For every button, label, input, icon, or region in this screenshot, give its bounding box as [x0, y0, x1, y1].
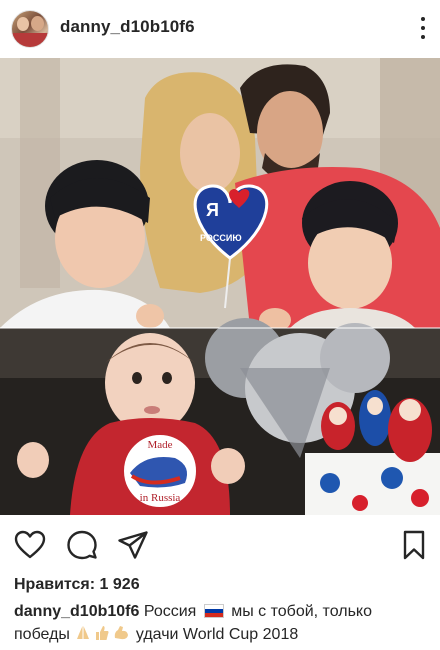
post-header: danny_d10b10f6 [0, 0, 440, 56]
likes-label: Нравится: [14, 576, 96, 593]
avatar[interactable] [11, 10, 49, 48]
likes-count[interactable]: Нравится: 1 926 [14, 576, 140, 594]
caption-text-1: Россия [143, 603, 197, 620]
thumbs-up-icon [96, 626, 109, 640]
comment-bubble-icon[interactable] [66, 529, 98, 561]
heart-outline-icon[interactable] [14, 529, 46, 561]
balloon-word: РОССИЮ [200, 233, 242, 243]
post-photo[interactable]: Я РОССИЮ Made in Russia [0, 58, 440, 515]
likes-number: 1 926 [99, 576, 140, 593]
sticker-line-1: Made [147, 439, 172, 451]
caption-username[interactable]: danny_d10b10f6 [14, 603, 139, 620]
praying-hands-icon [77, 626, 90, 639]
post-username[interactable]: danny_d10b10f6 [60, 17, 195, 37]
flexed-biceps-icon [115, 626, 129, 640]
russia-flag-icon [203, 604, 224, 618]
sticker-line-2: in Russia [140, 492, 181, 504]
balloon-letter: Я [206, 200, 219, 220]
caption-text-3: удачи World Cup 2018 [135, 626, 299, 643]
paper-plane-icon[interactable] [117, 529, 149, 561]
bookmark-icon[interactable] [398, 529, 430, 561]
more-dots-icon[interactable] [414, 14, 432, 42]
post-caption: danny_d10b10f6 Россия мы с тобой, только… [14, 600, 426, 646]
action-bar [0, 515, 440, 575]
